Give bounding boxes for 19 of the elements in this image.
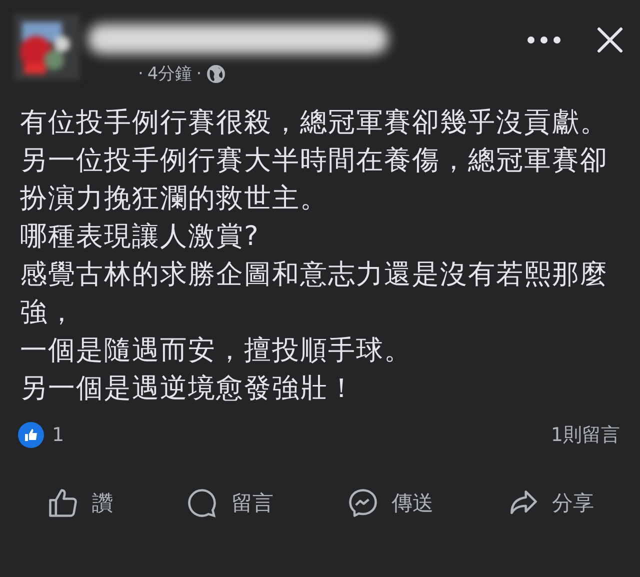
reaction-count[interactable]: 1 [52,424,64,446]
post-text: 哪種表現讓人激賞? [20,220,260,254]
globe-icon [206,64,226,84]
more-options-button[interactable] [526,35,562,45]
like-button[interactable]: 讚 [38,482,122,524]
post-text: 另一個是遇逆境愈發強壯！ [20,372,357,406]
separator: · [196,64,202,84]
close-button[interactable] [596,26,624,54]
post-time[interactable]: 4分鐘 [147,62,192,85]
comment-count[interactable]: 1則留言 [550,422,620,448]
separator: · [138,64,144,84]
send-button[interactable]: 傳送 [338,482,442,524]
like-reaction-icon [18,422,44,448]
post-text: 感覺古林的求勝企圖和意志力還是沒有若熙那麼強， [20,258,609,330]
comment-button[interactable]: 留言 [177,482,282,524]
share-button[interactable]: 分享 [498,482,602,524]
post-text: 另一位投手例行賽大半時間在養傷，總冠軍賽卻扮演力挽狂瀾的救世主。 [20,144,609,216]
post-text: 一個是隨遇而安，擅投順手球。 [20,334,413,368]
post-text: 有位投手例行賽很殺，總冠軍賽卻幾乎沒貢獻。 [20,106,609,140]
